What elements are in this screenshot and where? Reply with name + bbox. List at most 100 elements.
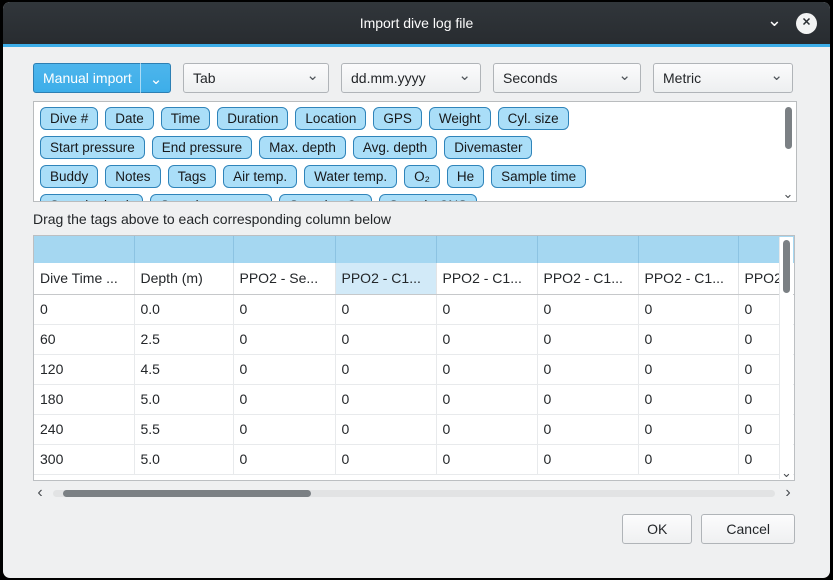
table-cell: 0: [233, 294, 335, 324]
tag-row: Dive # Date Time Duration Location GPS W…: [40, 107, 774, 130]
scrollbar-thumb[interactable]: [783, 240, 790, 293]
table-cell: 0: [638, 324, 738, 354]
drag-tag[interactable]: Avg. depth: [353, 136, 437, 159]
import-dialog: Import dive log file ⌄ ✕ Manual import ⌄…: [3, 2, 830, 578]
drag-tag[interactable]: Cyl. size: [498, 107, 569, 130]
import-mode-value: Manual import: [43, 70, 132, 86]
drag-tag[interactable]: Weight: [429, 107, 491, 130]
drag-tag[interactable]: Start pressure: [40, 136, 145, 159]
drag-tag[interactable]: Sample depth: [40, 194, 143, 202]
drag-tag[interactable]: Date: [105, 107, 154, 130]
table-cell: 240: [34, 414, 134, 444]
table-row: 60 2.5 0 0 0 0 0 0: [34, 324, 794, 354]
tags-panel: Dive # Date Time Duration Location GPS W…: [33, 101, 797, 202]
preview-table: Dive Time ... Depth (m) PPO2 - Se... PPO…: [33, 235, 795, 481]
tags-scrollbar[interactable]: ⌄: [781, 104, 795, 200]
scrollbar-thumb[interactable]: [785, 107, 792, 149]
chevron-right-icon[interactable]: ›: [781, 485, 795, 501]
column-drop-target[interactable]: [34, 236, 134, 263]
chevron-down-icon: ⌄: [306, 68, 319, 83]
drag-tag[interactable]: Buddy: [40, 165, 98, 188]
table-cell: 180: [34, 384, 134, 414]
drag-tag[interactable]: End pressure: [152, 136, 252, 159]
drag-tag[interactable]: Sample pO₂: [279, 194, 372, 202]
column-header[interactable]: PPO2 - C1...: [436, 263, 537, 294]
date-format-select[interactable]: dd.mm.yyyy ⌄: [341, 63, 481, 93]
field-separator-select[interactable]: Tab ⌄: [183, 63, 329, 93]
table-row: 180 5.0 0 0 0 0 0 0: [34, 384, 794, 414]
drag-tag[interactable]: Duration: [217, 107, 288, 130]
duration-format-value: Seconds: [503, 70, 557, 86]
date-format-value: dd.mm.yyyy: [351, 70, 426, 86]
drag-tag[interactable]: Air temp.: [223, 165, 297, 188]
table-cell: 0: [537, 414, 638, 444]
drag-tag[interactable]: Time: [161, 107, 211, 130]
column-header[interactable]: Depth (m): [134, 263, 233, 294]
column-header[interactable]: PPO2 - C1...: [638, 263, 738, 294]
table-cell: 0.0: [134, 294, 233, 324]
table-cell: 0: [638, 414, 738, 444]
table-vertical-scrollbar[interactable]: ⌄: [779, 237, 793, 479]
drag-tag[interactable]: Max. depth: [259, 136, 346, 159]
column-drop-target[interactable]: [233, 236, 335, 263]
units-value: Metric: [663, 70, 701, 86]
table-cell: 0: [335, 324, 436, 354]
scroll-down-icon[interactable]: ⌄: [780, 466, 793, 479]
chevron-left-icon[interactable]: ‹: [33, 485, 47, 501]
horizontal-scrollbar[interactable]: ‹ ›: [33, 485, 795, 501]
table-cell: 0: [233, 444, 335, 474]
units-select[interactable]: Metric ⌄: [653, 63, 793, 93]
table-cell: 0: [638, 294, 738, 324]
dialog-buttons: OK Cancel: [33, 514, 795, 544]
table-cell: 0: [436, 414, 537, 444]
table-cell: 0: [233, 384, 335, 414]
table-cell: 2.5: [134, 324, 233, 354]
drag-tag[interactable]: Location: [295, 107, 366, 130]
table-cell: 0: [537, 354, 638, 384]
table-cell: 0: [436, 294, 537, 324]
table-cell: 0: [233, 324, 335, 354]
table-cell: 0: [537, 294, 638, 324]
ok-button[interactable]: OK: [622, 514, 692, 544]
drag-tag[interactable]: Sample time: [491, 165, 586, 188]
column-drop-target[interactable]: [638, 236, 738, 263]
table-cell: 4.5: [134, 354, 233, 384]
duration-format-select[interactable]: Seconds ⌄: [493, 63, 641, 93]
drag-tag[interactable]: Water temp.: [304, 165, 397, 188]
scrollbar-thumb[interactable]: [63, 490, 311, 497]
table-cell: 300: [34, 444, 134, 474]
column-header[interactable]: Dive Time ...: [34, 263, 134, 294]
column-header[interactable]: PPO2 - C1...: [537, 263, 638, 294]
scroll-down-icon[interactable]: ⌄: [781, 187, 795, 200]
cancel-button[interactable]: Cancel: [701, 514, 795, 544]
chevron-down-icon: ⌄: [618, 68, 631, 83]
column-drop-target[interactable]: [436, 236, 537, 263]
field-separator-value: Tab: [193, 70, 216, 86]
drag-tag[interactable]: Tags: [168, 165, 217, 188]
column-drop-target[interactable]: [335, 236, 436, 263]
column-drop-target[interactable]: [134, 236, 233, 263]
drag-tag[interactable]: O₂: [404, 165, 440, 188]
column-header[interactable]: PPO2 - Se...: [233, 263, 335, 294]
column-drop-target[interactable]: [537, 236, 638, 263]
drag-tag[interactable]: He: [447, 165, 484, 188]
close-button[interactable]: ✕: [796, 13, 817, 34]
table-row: 120 4.5 0 0 0 0 0 0: [34, 354, 794, 384]
table-cell: 5.0: [134, 384, 233, 414]
drag-tag[interactable]: Divemaster: [444, 136, 532, 159]
titlebar[interactable]: Import dive log file ⌄ ✕: [3, 2, 830, 44]
scrollbar-track[interactable]: [53, 490, 775, 497]
column-header[interactable]: PPO2 - C1...: [335, 263, 436, 294]
table-cell: 60: [34, 324, 134, 354]
options-row: Manual import ⌄ Tab ⌄ dd.mm.yyyy ⌄ Secon…: [33, 63, 797, 93]
chevron-down-icon[interactable]: ⌄: [767, 11, 782, 29]
screen-background: Import dive log file ⌄ ✕ Manual import ⌄…: [0, 0, 833, 580]
table-cell: 0: [233, 354, 335, 384]
drag-tag[interactable]: Notes: [105, 165, 160, 188]
drag-tag[interactable]: Sample CNS: [379, 194, 477, 202]
drag-tag[interactable]: Dive #: [40, 107, 98, 130]
drag-tag[interactable]: Sample pressure: [150, 194, 272, 202]
drag-tag[interactable]: GPS: [373, 107, 422, 130]
import-mode-select[interactable]: Manual import ⌄: [33, 63, 171, 93]
table-cell: 0: [638, 384, 738, 414]
